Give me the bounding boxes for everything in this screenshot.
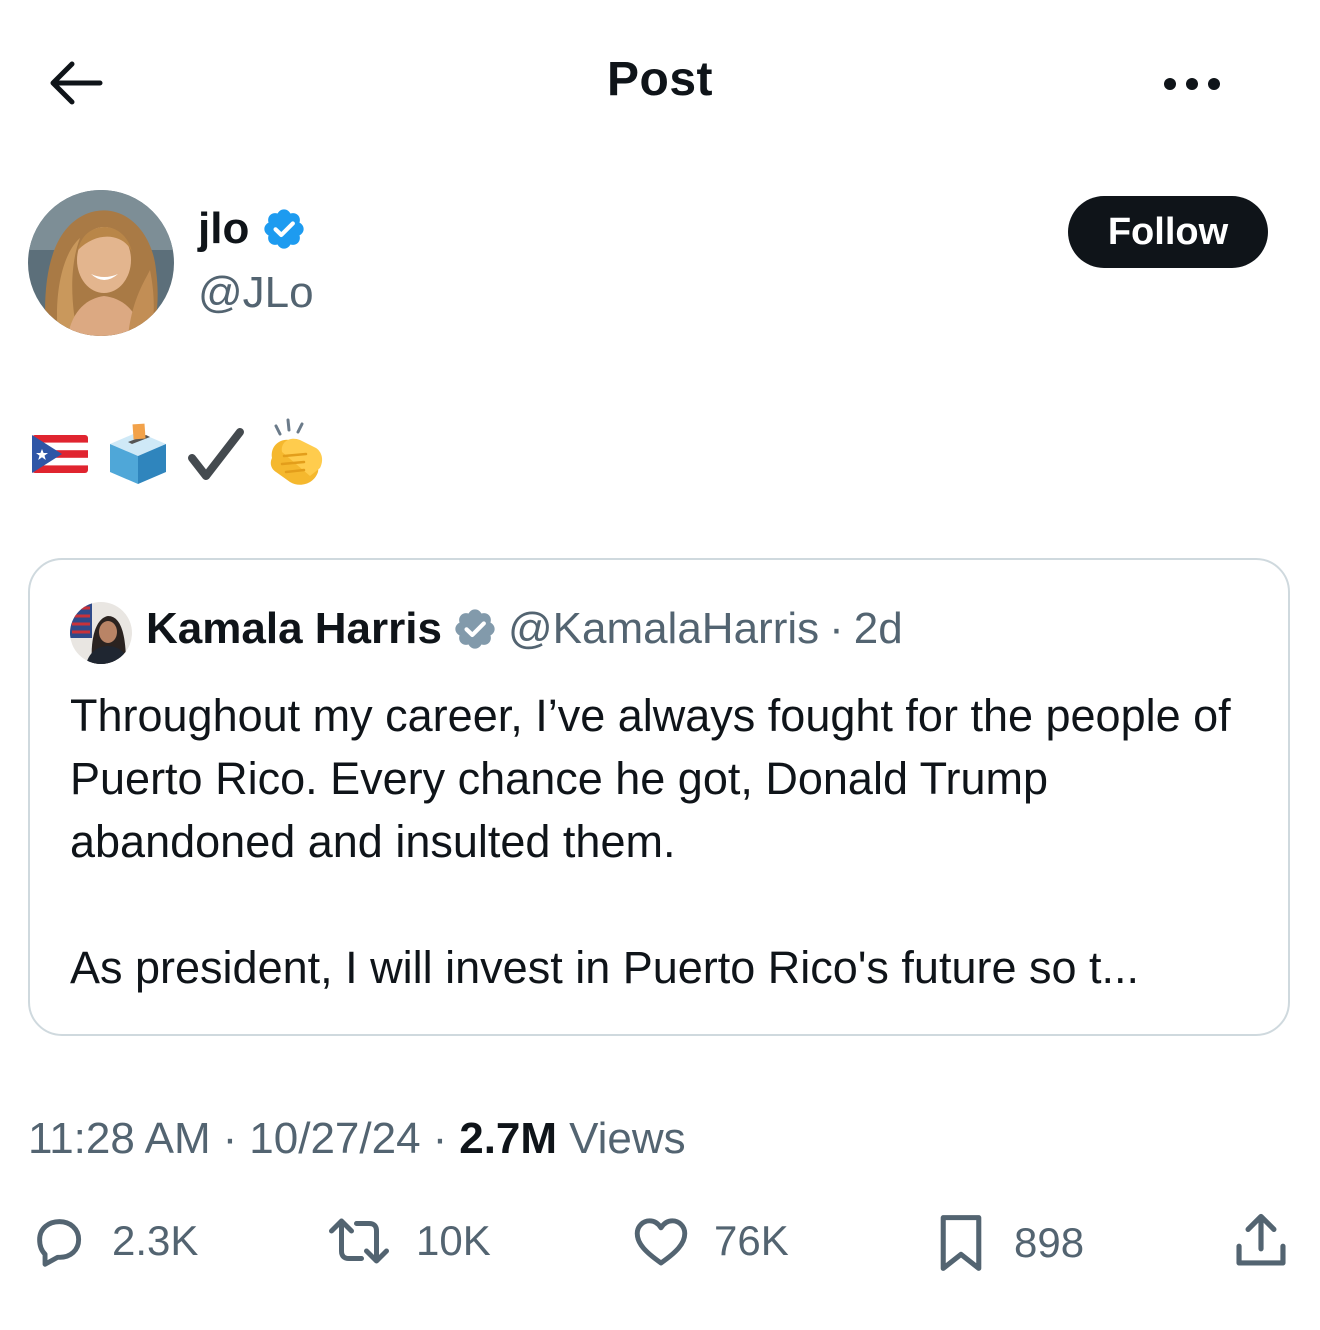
quoted-author-handle[interactable]: @KamalaHarris <box>508 604 819 654</box>
author-avatar[interactable] <box>28 190 174 336</box>
puerto-rico-flag-icon <box>32 435 88 473</box>
author-name-row: jlo <box>198 204 307 254</box>
like-count: 76K <box>714 1217 789 1264</box>
clapping-hands-icon <box>270 418 323 485</box>
reply-icon <box>37 1219 82 1267</box>
meta-separator: · <box>222 1114 238 1163</box>
reply-count: 2.3K <box>112 1217 199 1264</box>
more-options-button[interactable] <box>1150 60 1234 108</box>
views-label: Views <box>569 1114 686 1163</box>
author-avatar-image <box>28 190 174 336</box>
post-date[interactable]: 10/27/24 <box>249 1114 420 1164</box>
meta-separator: · <box>432 1114 448 1163</box>
quoted-separator: · <box>829 604 844 653</box>
repost-button[interactable]: 10K <box>324 1210 491 1272</box>
share-icon <box>1236 1213 1286 1266</box>
quoted-post-header: Kamala Harris @KamalaHarris · 2d <box>146 604 903 654</box>
bookmark-button[interactable]: 898 <box>930 1210 1084 1276</box>
ballot-box-icon <box>110 423 166 484</box>
verified-badge-icon <box>264 209 304 249</box>
post-meta: 11:28 AM · 10/27/24 · 2.7M Views <box>28 1114 686 1164</box>
verified-badge-gray-icon <box>455 609 495 649</box>
page-title: Post <box>606 53 713 106</box>
reply-button[interactable]: 2.3K <box>28 1210 198 1272</box>
repost-icon <box>329 1218 389 1264</box>
bookmark-icon <box>940 1215 982 1271</box>
views-count: 2.7M <box>459 1114 558 1163</box>
post-time[interactable]: 11:28 AM <box>28 1114 211 1164</box>
more-horizontal-icon <box>1164 78 1220 90</box>
quoted-author-avatar[interactable] <box>70 602 132 664</box>
like-button[interactable]: 76K <box>630 1210 789 1272</box>
quoted-author-name[interactable]: Kamala Harris <box>146 604 442 654</box>
follow-button[interactable]: Follow <box>1068 196 1268 268</box>
author-display-name[interactable]: jlo <box>198 204 249 254</box>
share-button[interactable] <box>1230 1210 1292 1272</box>
author-handle[interactable]: @JLo <box>198 268 314 318</box>
heart-icon <box>634 1218 688 1266</box>
quoted-author-avatar-image <box>70 602 132 664</box>
bookmark-count: 898 <box>1014 1219 1085 1266</box>
repost-count: 10K <box>416 1217 491 1264</box>
check-mark-icon <box>188 428 244 480</box>
quoted-post-text: Throughout my career, I’ve always fought… <box>70 690 1231 993</box>
post-text <box>30 416 328 492</box>
quoted-timestamp[interactable]: 2d <box>854 604 903 654</box>
